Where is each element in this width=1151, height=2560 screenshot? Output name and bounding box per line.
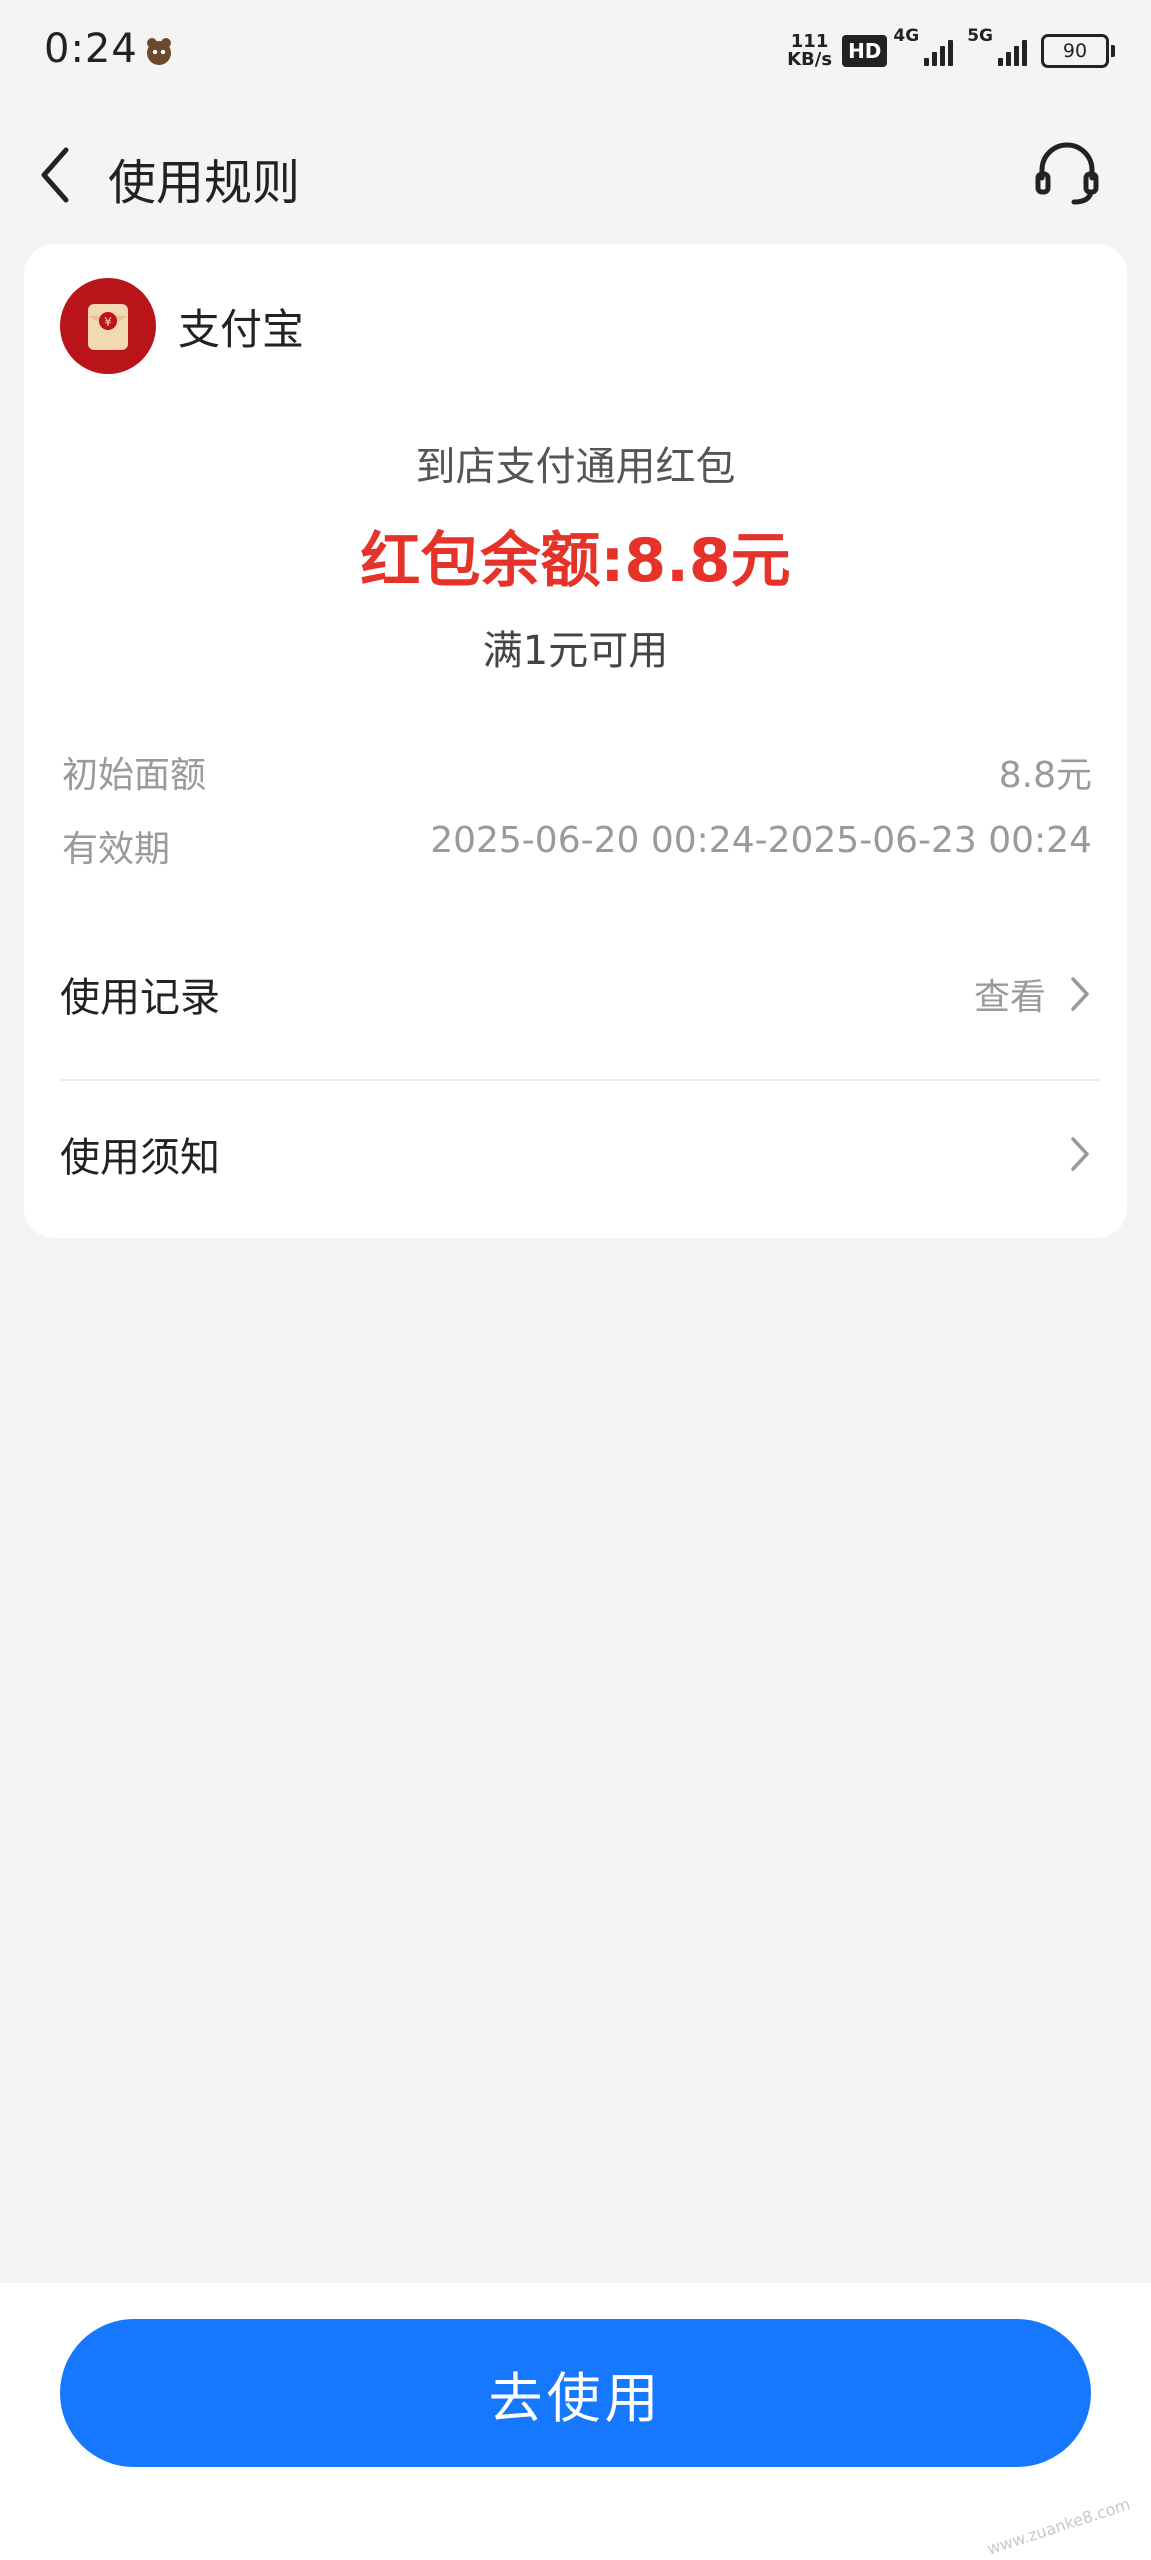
network-speed-unit: KB/s <box>787 49 833 70</box>
validity-label: 有效期 <box>62 829 171 870</box>
svg-text:¥: ¥ <box>104 315 112 329</box>
headset-icon <box>1035 142 1099 205</box>
battery-icon: 90 <box>1041 34 1115 68</box>
bottom-bar: 去使用 www.zuanke8.com <box>0 2283 1151 2560</box>
network-speed: 111 KB/s <box>787 33 832 69</box>
status-bar: 0:24 111 KB/s HD 4G 5G 90 <box>0 0 1151 105</box>
nav-bar: 使用规则 <box>0 105 1151 245</box>
brand-row: ¥ 支付宝 <box>60 278 304 374</box>
chevron-left-icon <box>41 147 69 203</box>
customer-service-button[interactable] <box>1017 123 1117 223</box>
chevron-right-icon <box>1060 1124 1100 1184</box>
signal-icon-1 <box>921 36 954 66</box>
coupon-threshold: 满1元可用 <box>482 628 669 674</box>
status-time: 0:24 <box>44 26 138 72</box>
usage-notice-action <box>1046 1124 1100 1184</box>
back-button[interactable] <box>30 125 80 225</box>
hd-badge: HD <box>842 35 888 67</box>
chevron-right-icon <box>1060 964 1100 1024</box>
coupon-card: ¥ 支付宝 到店支付通用红包 红包余额:8.8元 满1元可用 初始面额 8.8元… <box>24 244 1127 1238</box>
signal-icon-2 <box>995 36 1027 66</box>
battery-level: 90 <box>1062 40 1088 62</box>
usage-records-row[interactable]: 使用记录 查看 <box>60 924 1100 1064</box>
brand-logo: ¥ <box>60 278 156 374</box>
coupon-type: 到店支付通用红包 <box>415 444 736 490</box>
view-link: 查看 <box>973 977 1046 1018</box>
page: 0:24 111 KB/s HD 4G 5G 90 使用规则 ¥ 支付宝 到店支… <box>0 0 1151 2560</box>
initial-amount-value: 8.8元 <box>998 755 1092 796</box>
page-title: 使用规则 <box>108 155 301 211</box>
red-envelope-icon: ¥ <box>88 304 128 350</box>
validity-row: 有效期 2025-06-20 00:24-2025-06-23 00:24 <box>62 820 1092 872</box>
network-type-1: 4G <box>893 26 920 46</box>
watermark: www.zuanke8.com <box>984 2494 1133 2559</box>
validity-value: 2025-06-20 00:24-2025-06-23 00:24 <box>430 820 1092 861</box>
brand-name: 支付宝 <box>178 304 305 354</box>
usage-notice-row[interactable]: 使用须知 <box>60 1084 1100 1224</box>
network-type-2: 5G <box>967 26 993 46</box>
coupon-balance: 红包余额:8.8元 <box>360 526 791 596</box>
divider <box>60 1079 1100 1081</box>
initial-amount-row: 初始面额 8.8元 <box>62 746 1092 798</box>
usage-records-label: 使用记录 <box>60 975 220 1021</box>
notification-app-icon <box>147 38 171 65</box>
usage-records-action[interactable]: 查看 <box>974 964 1100 1024</box>
usage-notice-label: 使用须知 <box>60 1135 220 1181</box>
initial-amount-label: 初始面额 <box>62 755 207 796</box>
status-indicators: 111 KB/s HD 4G 5G 90 <box>787 26 1115 74</box>
use-now-button[interactable]: 去使用 <box>60 2319 1091 2467</box>
